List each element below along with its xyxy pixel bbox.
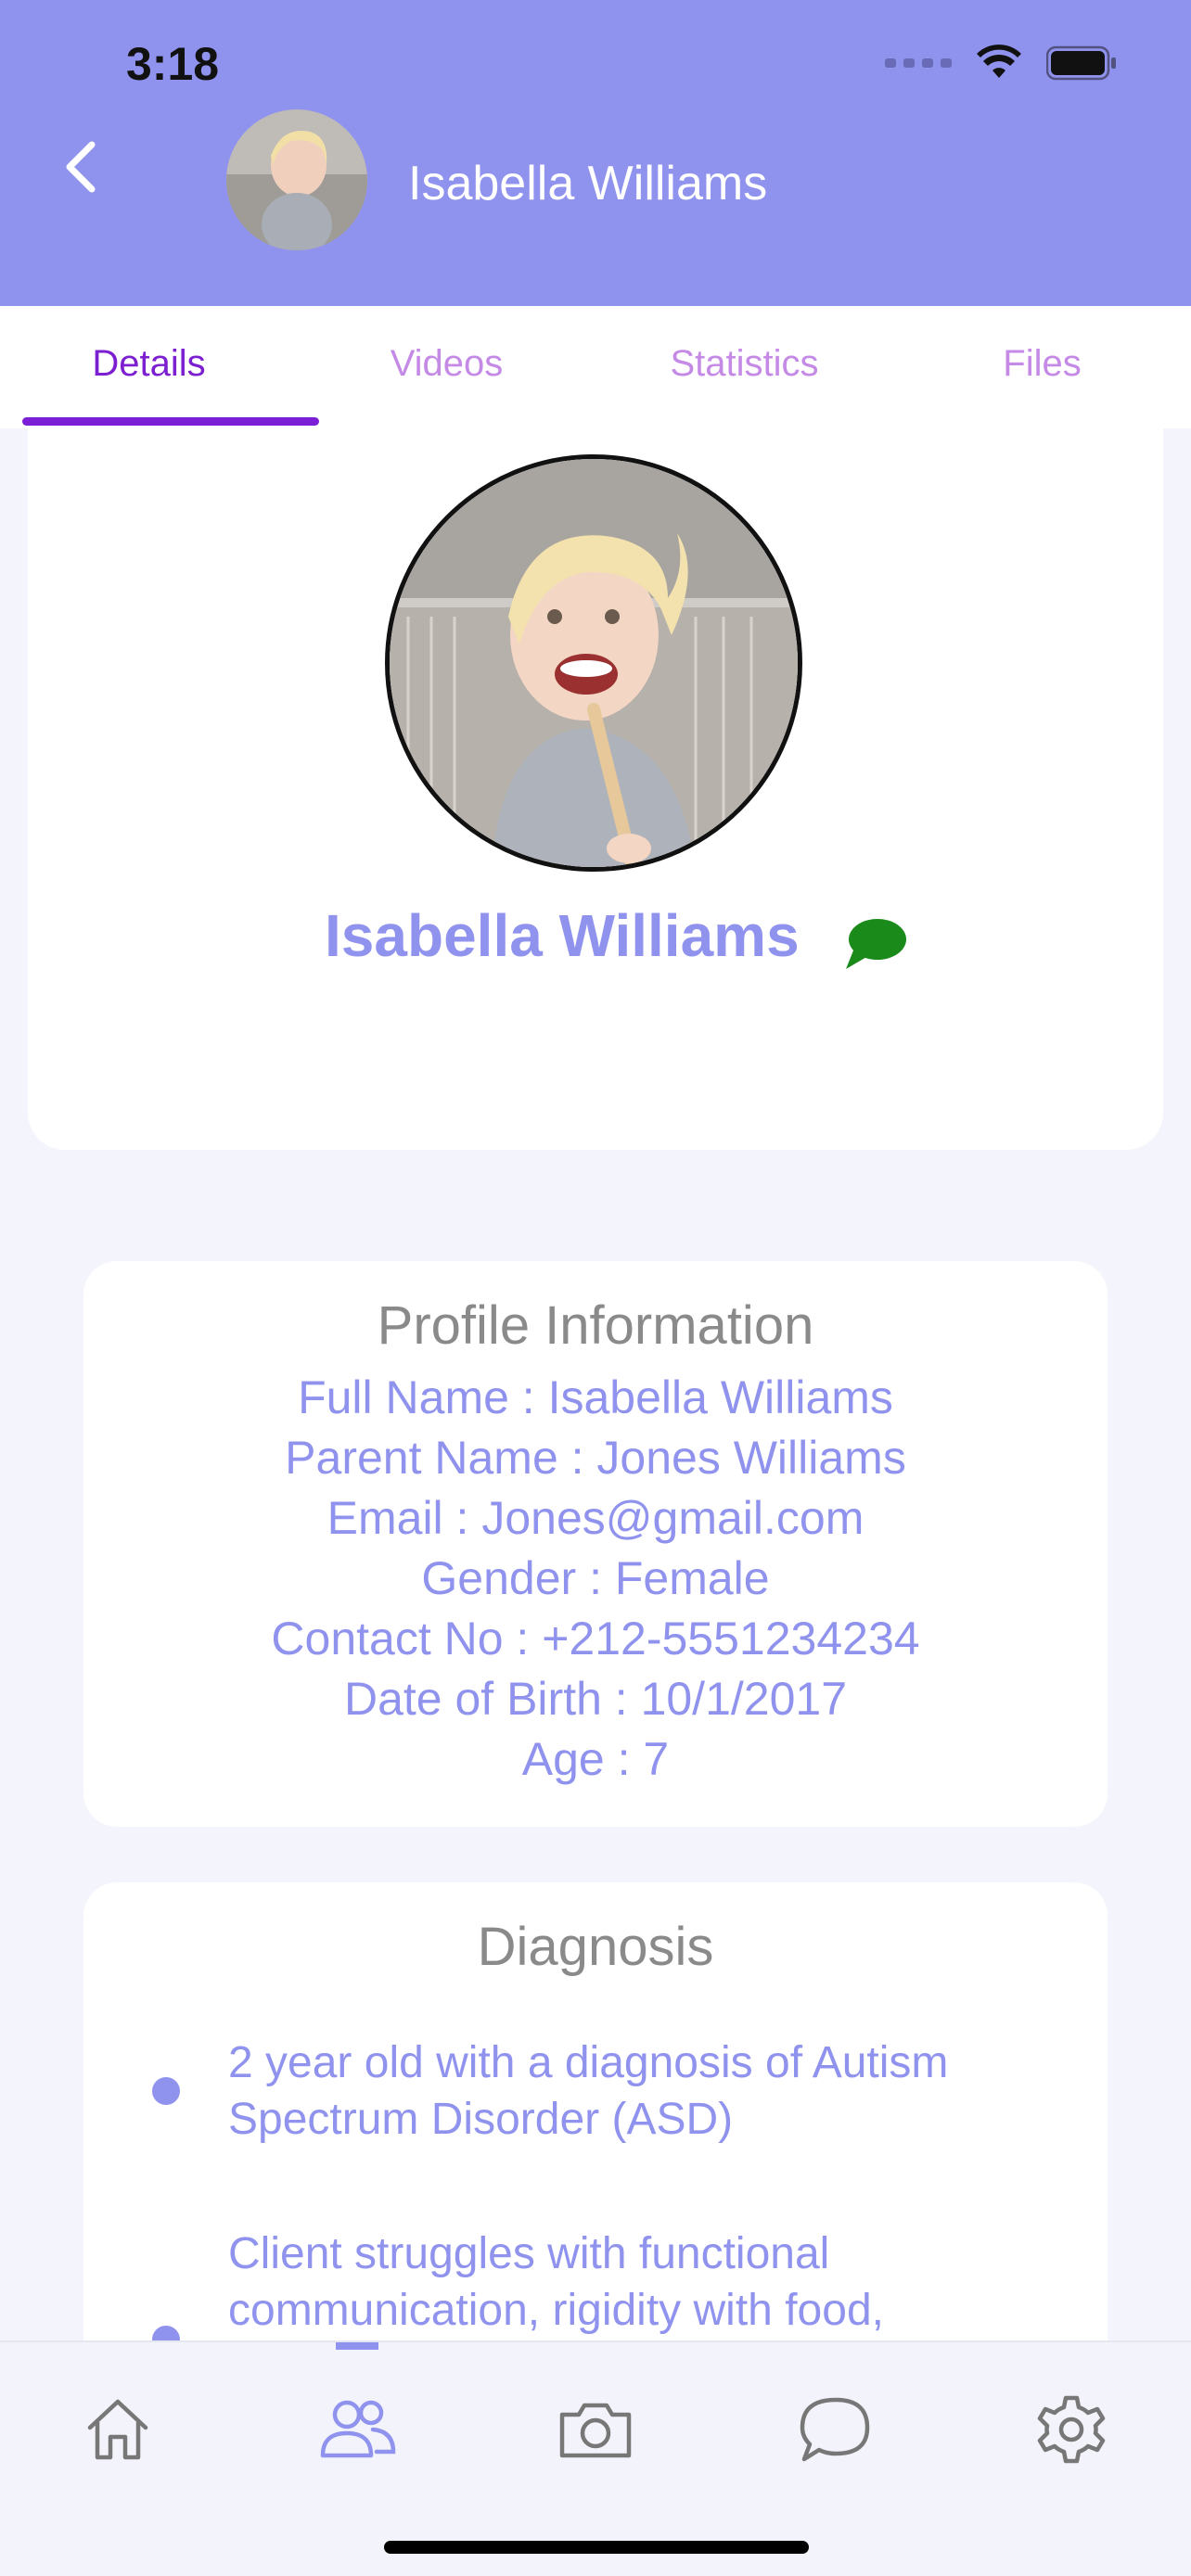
wifi-icon: [977, 45, 1021, 78]
info-age: Age : 7: [521, 1733, 670, 1785]
chevron-left-icon: [66, 141, 96, 193]
diagnosis-text: 2 year old with a diagnosis of Autism Sp…: [228, 2038, 949, 2144]
bullet-icon: [152, 2077, 180, 2105]
status-icons: [885, 45, 1117, 82]
info-date-of-birth: Date of Birth : 10/1/2017: [343, 1673, 848, 1725]
active-tab-indicator: [22, 417, 319, 426]
app-header: 3:18 Isabella Williams: [0, 0, 1191, 306]
header-avatar[interactable]: [226, 109, 367, 250]
diagnosis-title: Diagnosis: [477, 1917, 714, 1977]
nav-camera[interactable]: [544, 2383, 647, 2476]
profile-information-title: Profile Information: [377, 1295, 814, 1356]
nav-messages[interactable]: [783, 2383, 885, 2476]
info-contact-no: Contact No : +212-5551234234: [271, 1613, 920, 1664]
tab-details[interactable]: Details: [0, 306, 298, 428]
nav-settings[interactable]: [1020, 2383, 1122, 2476]
home-indicator: [384, 2541, 809, 2554]
tab-statistics[interactable]: Statistics: [596, 306, 893, 428]
profile-avatar: [385, 454, 802, 872]
header-title: Isabella Williams: [408, 157, 768, 210]
info-full-name: Full Name : Isabella Williams: [298, 1371, 893, 1423]
info-parent-name: Parent Name : Jones Williams: [285, 1432, 906, 1484]
tab-files[interactable]: Files: [893, 306, 1191, 428]
profile-card: Isabella Williams: [28, 428, 1163, 1150]
nav-clients[interactable]: [306, 2383, 408, 2476]
profile-photo: [390, 459, 798, 867]
profile-information-list: Full Name : Isabella Williams Parent Nam…: [83, 1368, 1108, 1790]
chat-badge-icon[interactable]: [842, 915, 916, 980]
avatar-image: [226, 109, 367, 250]
tab-bar: Details Videos Statistics Files: [0, 306, 1191, 428]
profile-information-card: Profile Information Full Name : Isabella…: [83, 1261, 1108, 1827]
tab-videos[interactable]: Videos: [298, 306, 596, 428]
nav-home[interactable]: [67, 2383, 169, 2476]
back-button[interactable]: [48, 130, 113, 204]
info-email: Email : Jones@gmail.com: [327, 1492, 864, 1544]
camera-icon: [559, 2403, 632, 2458]
status-time: 3:18: [126, 38, 220, 90]
home-icon: [87, 2399, 148, 2460]
gear-icon: [1037, 2395, 1106, 2464]
nav-active-indicator: [336, 2342, 378, 2350]
chat-icon: [800, 2397, 870, 2462]
screen: 3:18 Isabella Williams Details Videos St…: [0, 0, 1191, 2576]
info-gender: Gender : Female: [421, 1552, 770, 1604]
profile-name: Isabella Williams: [325, 902, 800, 969]
people-icon: [320, 2400, 396, 2458]
signal-icon: [885, 58, 952, 68]
battery-icon: [1046, 45, 1116, 81]
diagnosis-text: Client struggles with functional communi…: [228, 2229, 884, 2335]
